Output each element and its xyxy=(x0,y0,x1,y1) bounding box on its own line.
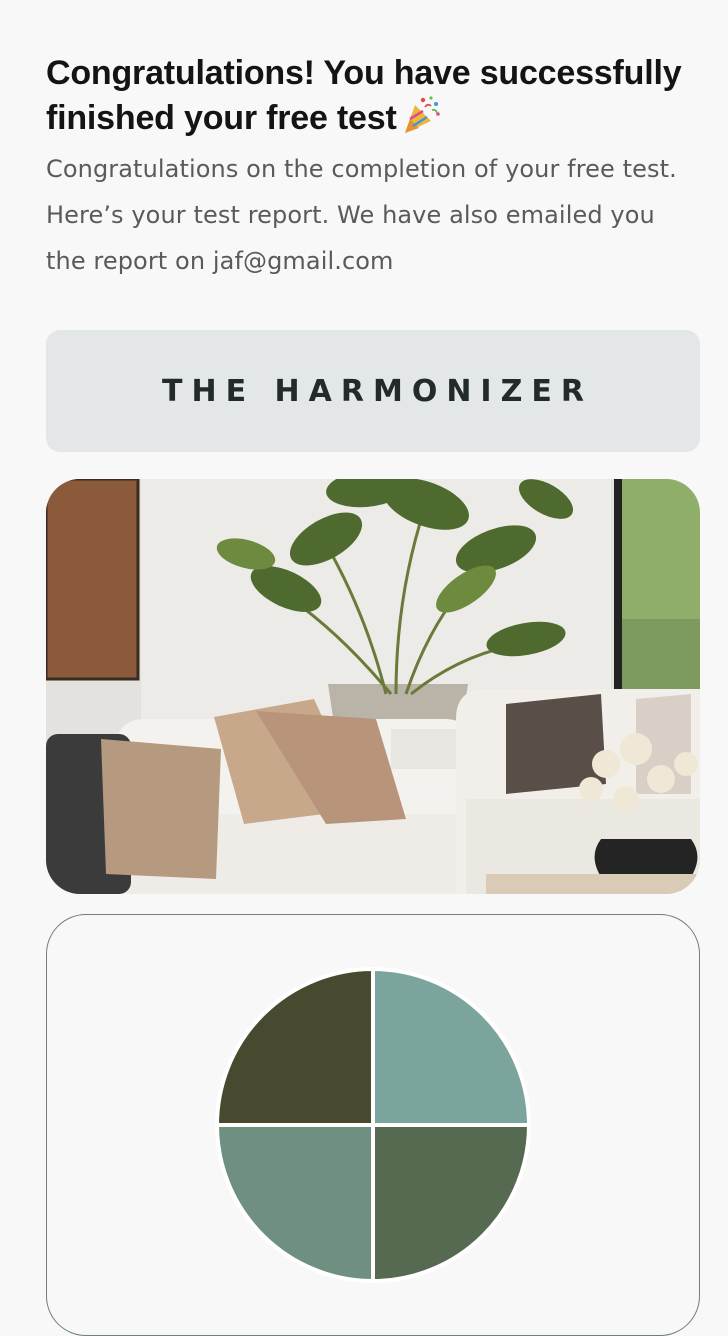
living-room-photo xyxy=(46,479,700,894)
pie-slice-4 xyxy=(214,966,375,1127)
personality-name: THE HARMONIZER xyxy=(162,373,593,409)
pie-chart-card xyxy=(46,914,700,1336)
pie-slice-2 xyxy=(371,1123,532,1284)
page-subtitle: Congratulations on the completion of you… xyxy=(46,155,677,275)
party-popper-icon xyxy=(401,95,441,135)
page-title-text: Congratulations! You have successfully f… xyxy=(46,54,682,137)
pie-slice-3 xyxy=(214,1123,375,1284)
report-page: Congratulations! You have successfully f… xyxy=(46,52,700,1336)
page-title: Congratulations! You have successfully f… xyxy=(46,52,700,140)
pie-slice-1 xyxy=(371,966,532,1127)
personality-result-card: THE HARMONIZER xyxy=(46,330,700,452)
pie-chart xyxy=(214,966,532,1284)
